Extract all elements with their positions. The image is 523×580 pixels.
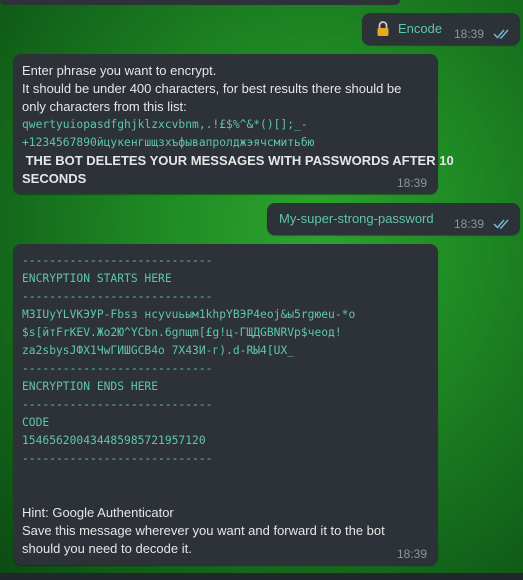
separator-line: ---------------------------- xyxy=(22,398,213,411)
password-message: My-super-strong-password 18:39 xyxy=(267,203,520,235)
prompt-line-3: only characters from this list: xyxy=(22,99,187,114)
encode-message[interactable]: Encode 18:39 xyxy=(362,13,520,45)
separator-line: ---------------------------- xyxy=(22,362,213,375)
prompt-line-1: Enter phrase you want to encrypt. xyxy=(22,63,217,78)
hint-text: Hint: Google Authenticator xyxy=(22,505,174,520)
separator-line: ---------------------------- xyxy=(22,290,213,303)
message-time: 18:39 xyxy=(454,27,485,41)
lock-icon xyxy=(376,21,390,37)
message-time: 18:39 xyxy=(397,547,428,561)
password-text: My-super-strong-password xyxy=(279,211,434,226)
encryption-start-label: ENCRYPTION STARTS HERE xyxy=(22,272,172,285)
encryption-end-label: ENCRYPTION ENDS HERE xyxy=(22,380,159,393)
read-checkmarks-icon xyxy=(493,29,509,39)
warning-line-1: THE BOT DELETES YOUR MESSAGES WITH PASSW… xyxy=(22,153,454,168)
previous-message-edge xyxy=(0,0,400,5)
code-label: CODE xyxy=(22,416,50,429)
encrypted-line-3[interactable]: za2sbysJФX1ЧwГИШGCВ4о 7Х43И-г).d-RЫ4[UX_ xyxy=(22,342,294,360)
encryption-result-message: ---------------------------- ENCRYPTION … xyxy=(13,244,438,565)
encrypted-line-2[interactable]: $s[йтFrKEV.Жо2Ю^YCbn.6gпщm[£g!ц-ГЩДGBNRV… xyxy=(22,324,342,342)
encrypted-line-1[interactable]: МЗIUyYLVKЭУР-Fbsз нсуvuьым1khpYВЭР4eoj&ы… xyxy=(22,306,355,324)
code-value[interactable]: 154656200434485985721957120 xyxy=(22,432,206,450)
warning-line-2: SECONDS xyxy=(22,171,87,186)
encode-label: Encode xyxy=(398,21,443,36)
save-instructions-line-2: should you need to decode it. xyxy=(22,541,192,556)
allowed-chars-line-1: qwertyuiopasdfghjklzxcvbnm,.!£$%^&*()[];… xyxy=(22,118,308,131)
input-bar-edge xyxy=(0,573,523,580)
bot-prompt-message: Enter phrase you want to encrypt. It sho… xyxy=(13,54,454,194)
message-time: 18:39 xyxy=(397,176,428,190)
separator-line: ---------------------------- xyxy=(22,254,213,267)
prompt-line-2: It should be under 400 characters, for b… xyxy=(22,81,402,96)
allowed-chars-line-2: +1234567890йцукенгшщзхъфывапролджэячсмит… xyxy=(22,136,315,149)
separator-line: ---------------------------- xyxy=(22,452,213,465)
message-time: 18:39 xyxy=(454,217,485,231)
read-checkmarks-icon xyxy=(493,219,509,229)
save-instructions-line-1: Save this message wherever you want and … xyxy=(22,523,385,538)
